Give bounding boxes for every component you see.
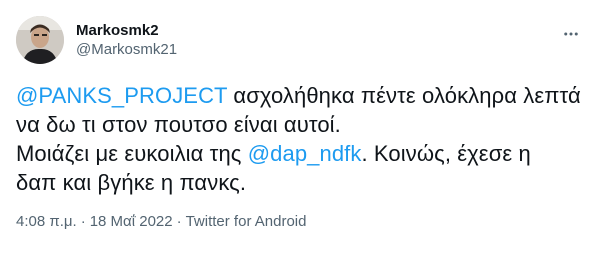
tweet-text-segment: Μοιάζει με ευκοιλια της xyxy=(16,141,248,166)
avatar-image xyxy=(16,16,64,64)
meta-separator: · xyxy=(80,213,86,230)
tweet-text-segment: . Κοινώς, έχεσε η xyxy=(361,141,531,166)
tweet-date[interactable]: 18 Μαΐ 2022 xyxy=(90,213,173,230)
tweet-text-segment: να δω τι στον πουτσο είναι αυτοί. xyxy=(16,112,341,137)
tweet-line-1: @PANKS_PROJECT ασχολήθηκα πέντε ολόκληρα… xyxy=(16,81,583,110)
tweet-text: @PANKS_PROJECT ασχολήθηκα πέντε ολόκληρα… xyxy=(16,81,583,197)
avatar[interactable] xyxy=(16,16,64,64)
meta-separator: · xyxy=(176,213,182,230)
mention-link-dap-ndfk[interactable]: @dap_ndfk xyxy=(248,141,362,166)
tweet-line-4: δαπ και βγήκε η πανκς. xyxy=(16,168,583,197)
tweet-line-3: Μοιάζει με ευκοιλια της @dap_ndfk. Κοινώ… xyxy=(16,139,583,168)
tweet-source[interactable]: Twitter for Android xyxy=(186,213,307,230)
more-horizontal-icon xyxy=(564,32,578,36)
user-handle[interactable]: @Markosmk21 xyxy=(76,40,177,60)
mention-link-panks-project[interactable]: @PANKS_PROJECT xyxy=(16,83,227,108)
tweet-text-segment: δαπ και βγήκε η πανκς. xyxy=(16,170,247,195)
display-name[interactable]: Markosmk2 xyxy=(76,22,177,40)
user-names: Markosmk2 @Markosmk21 xyxy=(76,22,177,60)
tweet-timestamp[interactable]: 4:08 π.μ. xyxy=(16,213,77,230)
tweet-text-segment: ασχολήθηκα πέντε ολόκληρα λεπτά xyxy=(227,83,581,108)
more-options-button[interactable] xyxy=(559,22,583,46)
tweet-meta: 4:08 π.μ. · 18 Μαΐ 2022 · Twitter for Androi… xyxy=(16,212,306,232)
tweet-card: Markosmk2 @Markosmk21 @PANKS_PROJECT ασχ… xyxy=(0,0,599,255)
tweet-header: Markosmk2 @Markosmk21 xyxy=(16,16,583,64)
tweet-line-2: να δω τι στον πουτσο είναι αυτοί. xyxy=(16,110,583,139)
